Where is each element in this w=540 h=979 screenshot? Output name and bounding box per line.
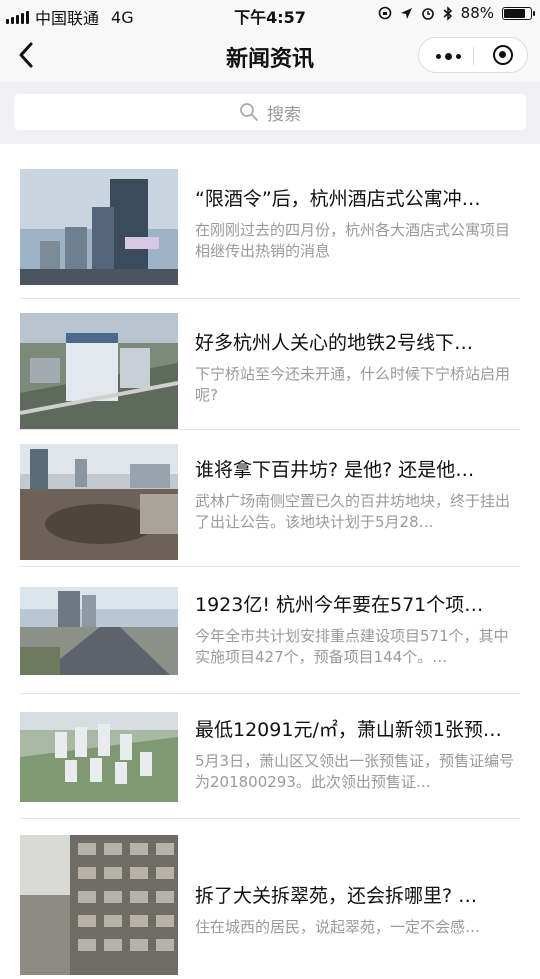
bluetooth-icon — [443, 5, 452, 21]
article-thumbnail — [20, 169, 178, 285]
search-placeholder: 搜索 — [267, 104, 301, 125]
article-summary: 住在城西的居民，说起翠苑，一定不会感… — [195, 918, 481, 936]
nav-bar: 新闻资讯 — [0, 28, 540, 82]
list-item[interactable]: “限酒令”后，杭州酒店式公寓冲… 在刚刚过去的四月份，杭州各大酒店式公寓项目相继… — [20, 144, 520, 299]
battery-percent: 88% — [460, 4, 494, 22]
search-icon — [240, 103, 258, 121]
list-item[interactable]: 1923亿! 杭州今年要在571个项… 今年全市共计划安排重点建设项目571个，… — [20, 567, 520, 694]
more-dots-icon[interactable] — [436, 53, 461, 60]
article-thumbnail — [20, 313, 178, 429]
article-summary: 下宁桥站至今还未开通，什么时候下宁桥站启用呢? — [195, 365, 511, 404]
target-circle-icon[interactable] — [493, 45, 513, 65]
article-summary: 武林广场南侧空置已久的百井坊地块，终于挂出了出让公告。该地块计划于5月28… — [195, 492, 511, 531]
menu-capsule — [418, 37, 528, 73]
article-thumbnail — [20, 712, 178, 802]
article-title: “限酒令”后，杭州酒店式公寓冲… — [195, 188, 481, 210]
article-list: “限酒令”后，杭州酒店式公寓冲… 在刚刚过去的四月份，杭州各大酒店式公寓项目相继… — [0, 144, 540, 979]
search-area: 搜索 — [0, 82, 540, 144]
article-summary: 5月3日，萧山区又领出一张预售证，预售证编号为201800293。此次领出预售证… — [195, 752, 515, 791]
article-thumbnail — [20, 444, 178, 560]
rotation-lock-icon — [378, 6, 391, 20]
search-input[interactable]: 搜索 — [14, 94, 526, 130]
battery-icon — [502, 6, 535, 20]
article-title: 拆了大关拆翠苑，还会拆哪里? … — [195, 885, 478, 907]
list-item[interactable]: 好多杭州人关心的地铁2号线下… 下宁桥站至今还未开通，什么时候下宁桥站启用呢? — [20, 299, 520, 430]
alarm-icon — [421, 8, 434, 20]
article-summary: 今年全市共计划安排重点建设项目571个，其中实施项目427个，预备项目144个。… — [195, 627, 509, 666]
article-title: 谁将拿下百井坊? 是他? 还是他… — [195, 459, 475, 481]
article-title: 好多杭州人关心的地铁2号线下… — [195, 332, 474, 354]
article-summary: 在刚刚过去的四月份，杭州各大酒店式公寓项目相继传出热销的消息 — [195, 221, 511, 260]
list-item[interactable]: 拆了大关拆翠苑，还会拆哪里? … 住在城西的居民，说起翠苑，一定不会感… — [20, 819, 520, 979]
article-thumbnail — [20, 587, 178, 675]
status-bar: 中国联通 4G 下午4:57 88% — [0, 0, 540, 28]
capsule-divider — [473, 47, 474, 65]
article-thumbnail — [20, 835, 178, 975]
list-item[interactable]: 谁将拿下百井坊? 是他? 还是他… 武林广场南侧空置已久的百井坊地块，终于挂出了… — [20, 430, 520, 567]
list-item[interactable]: 最低12091元/㎡，萧山新领1张预… 5月3日，萧山区又领出一张预售证，预售证… — [20, 694, 520, 819]
article-title: 1923亿! 杭州今年要在571个项… — [195, 594, 484, 616]
article-title: 最低12091元/㎡，萧山新领1张预… — [195, 719, 502, 741]
location-icon — [400, 7, 412, 19]
